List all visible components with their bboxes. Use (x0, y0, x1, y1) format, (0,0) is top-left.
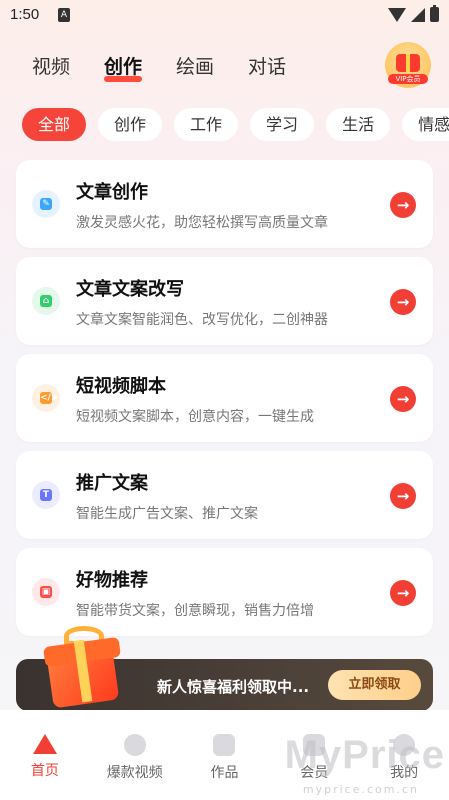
gift-box-icon (40, 622, 126, 710)
chip-work[interactable]: 工作 (174, 108, 239, 141)
folder-icon (213, 734, 236, 756)
promo-text: 新人惊喜福利领取中... (157, 678, 310, 696)
nav-label: 爆款视频 (106, 765, 163, 781)
card-short-video-script[interactable]: </> 短视频脚本 短视频文案脚本，创意内容，一键生成 → (16, 354, 433, 442)
arrow-right-icon[interactable]: → (390, 289, 416, 315)
vip-label: VIP会员 (388, 74, 428, 84)
chip-study[interactable]: 学习 (250, 108, 315, 141)
card-desc: 智能生成广告文案、推广文案 (76, 506, 258, 522)
card-desc: 智能带货文案，创意瞬现，销售力倍增 (76, 603, 314, 619)
tool-card-list: ✎ 文章创作 激发灵感火花，助您轻松撰写高质量文章 → ⌂ 文章文案改写 文章文… (16, 160, 433, 645)
tab-video[interactable]: 视频 (32, 52, 70, 79)
battery-icon (430, 5, 439, 22)
code-icon: </> (32, 384, 60, 412)
nav-home[interactable]: 首页 (5, 734, 85, 800)
card-title: 文章创作 (76, 182, 148, 203)
card-title: 短视频脚本 (76, 376, 166, 397)
arrow-right-icon[interactable]: → (390, 192, 416, 218)
arrow-right-icon[interactable]: → (390, 580, 416, 606)
pen-icon: ✎ (32, 190, 60, 218)
claim-button[interactable]: 立即领取 (328, 670, 421, 700)
text-t-icon: T (32, 481, 60, 509)
tab-chat[interactable]: 对话 (248, 52, 286, 79)
home-icon (32, 734, 57, 754)
chip-create[interactable]: 创作 (98, 108, 163, 141)
gift-icon (396, 54, 420, 72)
tab-paint[interactable]: 绘画 (176, 52, 214, 79)
watermark: MyPrice (284, 733, 445, 777)
status-icons (388, 5, 439, 22)
status-bar: 1:50 A (0, 0, 449, 32)
card-title: 推广文案 (76, 473, 148, 494)
card-title: 好物推荐 (76, 570, 148, 591)
nav-label: 首页 (30, 763, 59, 779)
card-desc: 短视频文案脚本，创意内容，一键生成 (76, 409, 314, 425)
category-chips: 全部 创作 工作 学习 生活 情感 (22, 108, 449, 141)
card-desc: 激发灵感火花，助您轻松撰写高质量文章 (76, 215, 328, 231)
nav-hot-video[interactable]: 爆款视频 (95, 734, 175, 800)
card-promo-copy[interactable]: T 推广文案 智能生成广告文案、推广文案 → (16, 451, 433, 539)
nav-works[interactable]: 作品 (184, 734, 264, 800)
bag-icon: ▣ (32, 578, 60, 606)
signal-icon (411, 7, 425, 22)
wifi-icon (388, 7, 406, 22)
watermark-url: myprice.com.cn (302, 783, 419, 796)
card-desc: 文章文案智能润色、改写优化，二创神器 (76, 312, 328, 328)
vip-button[interactable]: VIP会员 (385, 42, 431, 88)
top-tabs: 视频 创作 绘画 对话 (32, 52, 286, 82)
card-article-rewrite[interactable]: ⌂ 文章文案改写 文章文案智能润色、改写优化，二创神器 → (16, 257, 433, 345)
status-time: 1:50 (10, 6, 40, 23)
chip-all[interactable]: 全部 (22, 108, 87, 141)
tab-create[interactable]: 创作 (104, 52, 143, 82)
chip-life[interactable]: 生活 (326, 108, 391, 141)
arrow-right-icon[interactable]: → (390, 386, 416, 412)
card-title: 文章文案改写 (76, 279, 184, 300)
nav-label: 作品 (210, 765, 239, 781)
card-article-create[interactable]: ✎ 文章创作 激发灵感火花，助您轻松撰写高质量文章 → (16, 160, 433, 248)
app-notification-icon: A (58, 8, 70, 22)
house-edit-icon: ⌂ (32, 287, 60, 315)
arrow-right-icon[interactable]: → (390, 483, 416, 509)
chip-emotion[interactable]: 情感 (402, 108, 449, 141)
flame-icon (123, 734, 146, 756)
